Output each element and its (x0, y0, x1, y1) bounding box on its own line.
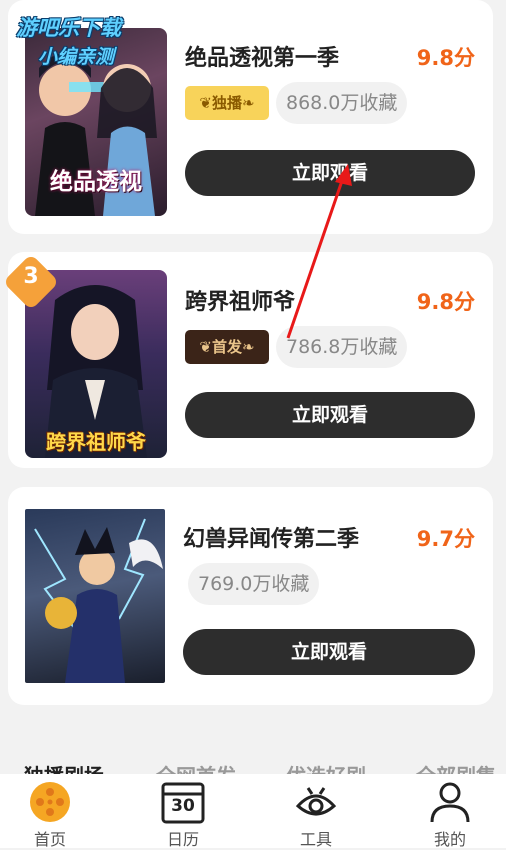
watermark: 游吧乐下载 小编亲测 (16, 16, 121, 68)
nav-label: 首页 (33, 830, 66, 849)
nav-label: 工具 (299, 830, 332, 849)
nav-calendar[interactable]: 30 日历 (123, 774, 243, 849)
nav-label: 日历 (166, 830, 199, 849)
eye-icon (295, 787, 337, 816)
annotation-arrow (286, 164, 352, 339)
person-icon (430, 782, 470, 823)
nav-home[interactable]: 首页 (0, 774, 110, 849)
nav-label: 我的 (433, 830, 466, 849)
film-reel-icon (30, 782, 70, 822)
nav-tools[interactable]: 工具 (256, 774, 376, 849)
calendar-day: 30 (171, 796, 195, 816)
bottom-nav: 首页 30 日历 工具 我的 (0, 774, 506, 849)
nav-profile[interactable]: 我的 (390, 774, 506, 849)
